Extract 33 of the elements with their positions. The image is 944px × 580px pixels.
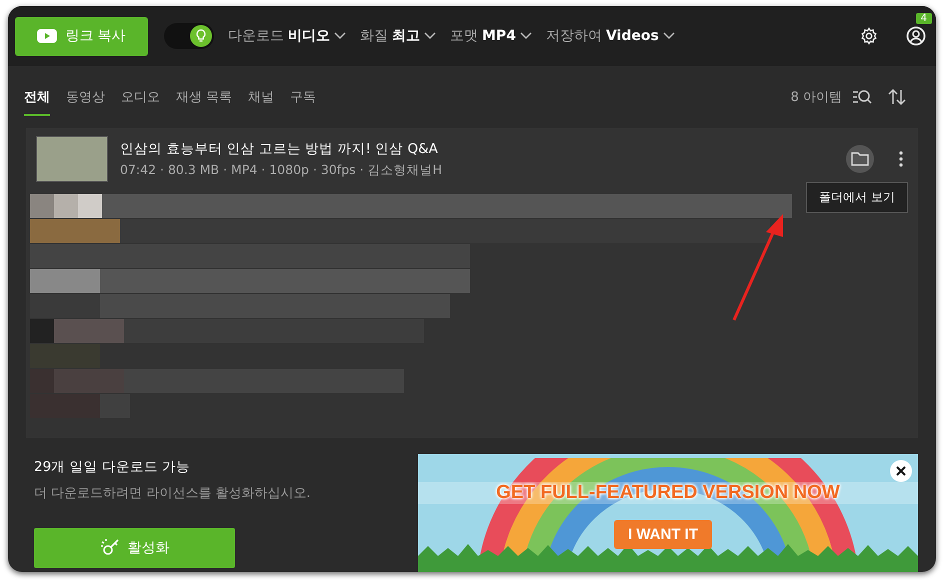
filter-tab[interactable]: 오디오 [121,78,160,116]
caret-icon [520,32,532,40]
caret-icon [424,32,436,40]
tooltip: 폴더에서 보기 [806,182,908,213]
account-icon[interactable] [906,26,926,46]
video-details: 07:42 · 80.3 MB · MP4 · 1080p · 30fps · 김소형채널H [120,162,443,178]
search-icon[interactable] [852,89,872,105]
settings-icon[interactable] [860,27,878,45]
dropdown-menu[interactable]: 포맷 MP4 [450,27,532,45]
caret-icon [334,32,346,40]
dropdown-menu[interactable]: 저장하여 Videos [546,27,675,45]
video-title: 인삼의 효능부터 인삼 고르는 방법 까지! 인삼 Q&A [120,140,439,158]
folder-button[interactable] [846,145,874,173]
video-thumbnail [36,136,108,182]
filter-tab[interactable]: 동영상 [66,78,105,116]
lightbulb-icon [190,25,212,47]
folder-icon [851,152,869,166]
smart-mode-toggle[interactable] [164,23,214,49]
notification-badge: 4 [916,13,932,24]
play-icon [37,29,58,43]
filter-tab[interactable]: 재생 목록 [176,78,232,116]
item-count: 8 아이템 [790,89,842,106]
dropdown-menu[interactable]: 화질 최고 [360,27,436,45]
caret-icon [662,32,675,40]
filter-tab[interactable]: 전체 [24,78,50,116]
sort-icon[interactable] [888,88,906,106]
license-hint: 더 다운로드하려면 라이선스를 활성화하십시오. [34,485,312,502]
filter-tab[interactable]: 구독 [290,78,316,116]
close-icon[interactable] [890,460,912,482]
dropdown-menu[interactable]: 다운로드 비디오 [228,27,346,45]
daily-downloads-text: 29개 일일 다운로드 가능 [34,458,192,476]
more-options-icon[interactable] [898,150,904,168]
filter-tab[interactable]: 채널 [248,78,274,116]
